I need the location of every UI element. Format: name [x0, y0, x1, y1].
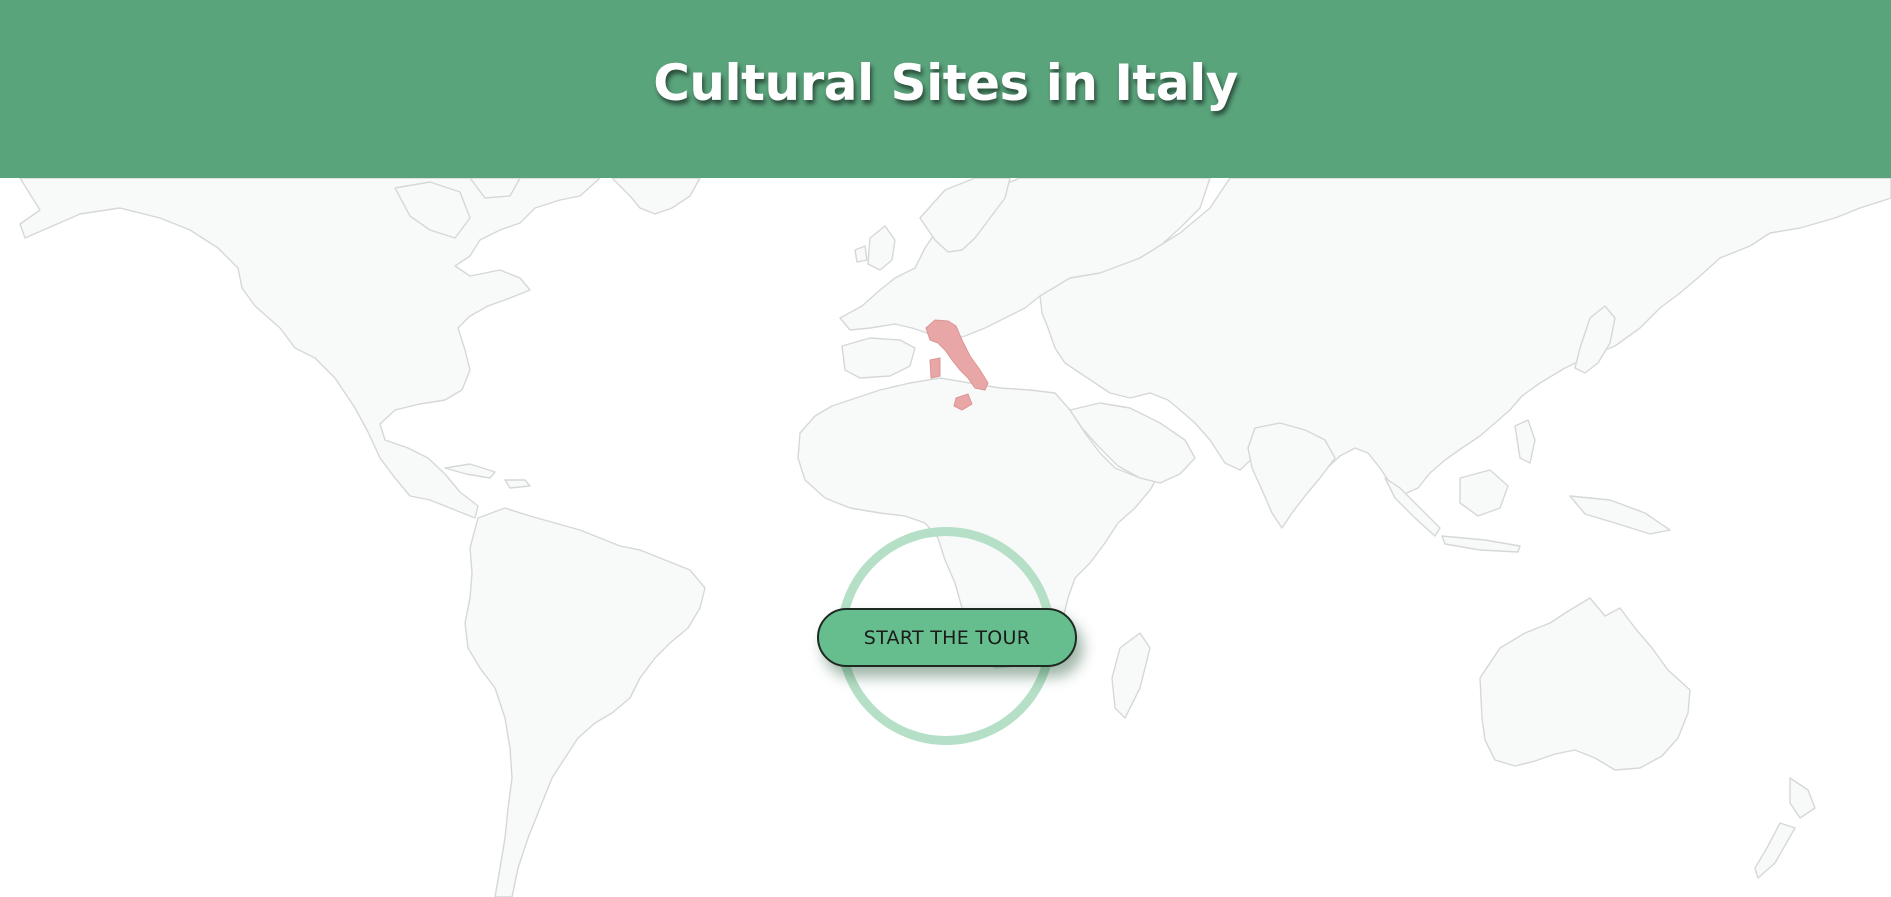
new-zealand	[1754, 822, 1796, 879]
caribbean-island	[444, 463, 496, 479]
south-america-landmass	[464, 507, 706, 897]
start-tour-button[interactable]: START THE TOUR	[817, 608, 1077, 667]
madagascar	[1111, 632, 1151, 719]
page-title: Cultural Sites in Italy	[653, 54, 1238, 112]
java	[1441, 535, 1521, 553]
caribbean-island	[504, 479, 531, 489]
north-america-landmass	[19, 178, 601, 519]
greenland-landmass	[611, 178, 701, 215]
iberia-landmass	[841, 337, 916, 379]
british-isles	[867, 225, 896, 271]
borneo	[1459, 469, 1509, 517]
australia-landmass	[1479, 597, 1691, 771]
indian-subcontinent	[1247, 422, 1336, 529]
sardinia-highlight	[929, 357, 941, 379]
new-guinea	[1569, 495, 1671, 535]
philippines	[1514, 419, 1536, 464]
ireland	[854, 245, 868, 263]
page-header: Cultural Sites in Italy	[0, 0, 1891, 178]
new-zealand	[1789, 777, 1816, 819]
